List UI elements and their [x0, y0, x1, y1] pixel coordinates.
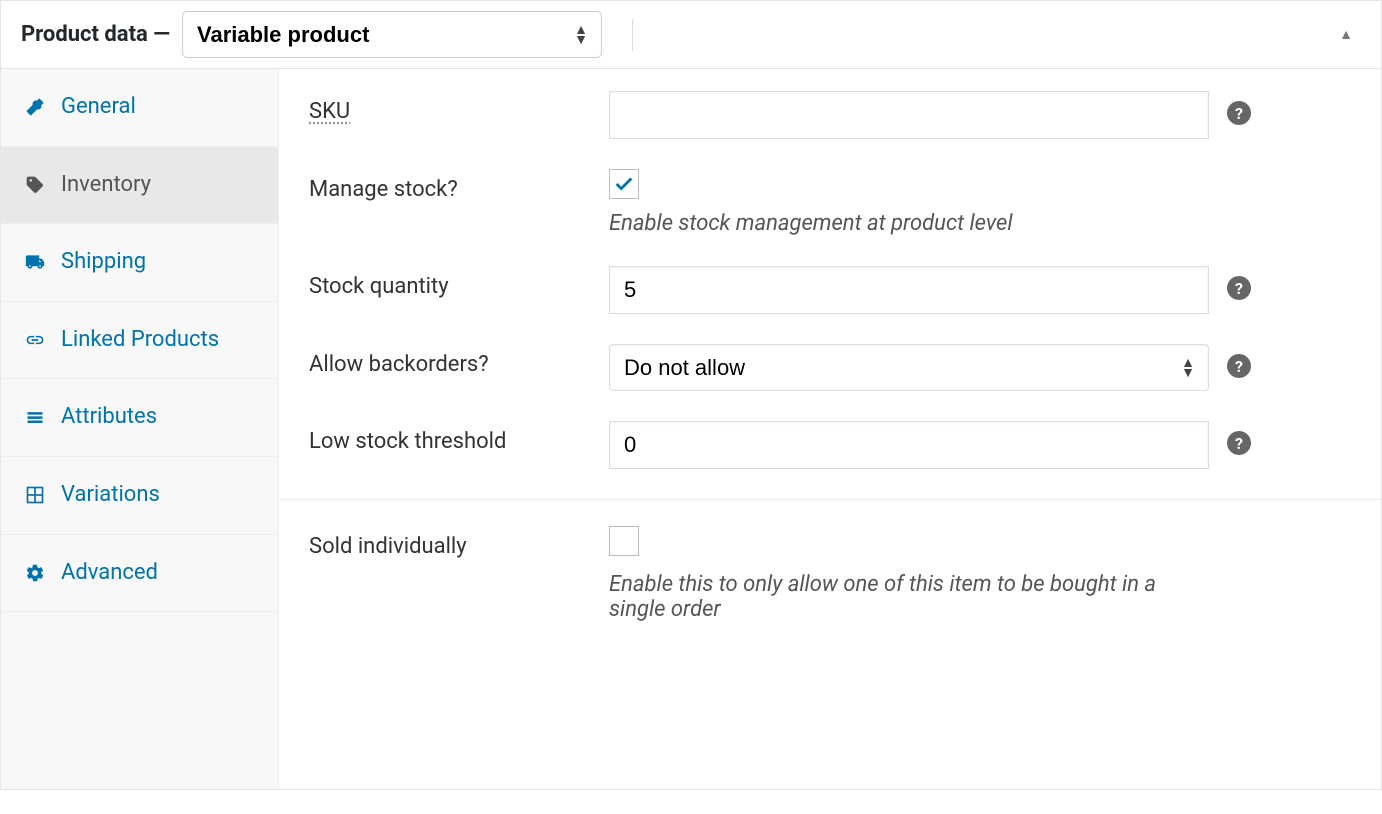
product-data-tabs: General Inventory Shipping Linked Produc… — [1, 69, 279, 789]
panel-header-left: Product data — Variable product ▲▼ — [21, 11, 633, 58]
tab-inventory[interactable]: Inventory — [1, 147, 278, 225]
tab-label: Advanced — [61, 559, 158, 588]
tab-variations[interactable]: Variations — [1, 457, 278, 535]
tab-attributes[interactable]: Attributes — [1, 379, 278, 457]
gear-icon — [23, 561, 47, 585]
panel-title: Product data — — [21, 22, 170, 47]
allow-backorders-label: Allow backorders? — [309, 344, 609, 377]
help-icon[interactable]: ? — [1227, 276, 1251, 300]
panel-body: General Inventory Shipping Linked Produc… — [1, 69, 1381, 789]
tab-label: General — [61, 93, 136, 122]
field-allow-backorders: Allow backorders? Do not allow ▲▼ ? — [309, 344, 1351, 391]
tab-advanced[interactable]: Advanced — [1, 535, 278, 613]
tag-icon — [23, 173, 47, 197]
tab-label: Shipping — [61, 248, 146, 277]
link-icon — [23, 328, 47, 352]
sold-individually-description: Enable this to only allow one of this it… — [609, 572, 1209, 622]
stock-quantity-label: Stock quantity — [309, 266, 609, 299]
tab-label: Linked Products — [61, 326, 219, 355]
tab-label: Inventory — [61, 171, 151, 200]
low-stock-threshold-input[interactable] — [609, 421, 1209, 469]
tab-label: Attributes — [61, 403, 157, 432]
field-sku: SKU ? — [309, 91, 1351, 139]
low-stock-threshold-label: Low stock threshold — [309, 421, 609, 454]
panel-header: Product data — Variable product ▲▼ ▲ — [1, 1, 1381, 69]
sold-individually-checkbox[interactable] — [609, 526, 639, 556]
tab-linked-products[interactable]: Linked Products — [1, 302, 278, 380]
help-icon[interactable]: ? — [1227, 354, 1251, 378]
collapse-icon[interactable]: ▲ — [1339, 26, 1361, 43]
tab-content: SKU ? Manage stock? Enable stock managem… — [279, 69, 1381, 789]
tab-shipping[interactable]: Shipping — [1, 224, 278, 302]
inventory-fields: SKU ? Manage stock? Enable stock managem… — [279, 69, 1381, 500]
sku-label: SKU — [309, 91, 609, 124]
grid-icon — [23, 483, 47, 507]
help-icon[interactable]: ? — [1227, 431, 1251, 455]
allow-backorders-select[interactable]: Do not allow — [609, 344, 1209, 391]
sold-individually-label: Sold individually — [309, 526, 609, 559]
wrench-icon — [23, 95, 47, 119]
help-icon[interactable]: ? — [1227, 101, 1251, 125]
field-manage-stock: Manage stock? Enable stock management at… — [309, 169, 1351, 236]
sku-input[interactable] — [609, 91, 1209, 139]
manage-stock-description: Enable stock management at product level — [609, 211, 1209, 236]
manage-stock-label: Manage stock? — [309, 169, 609, 202]
product-data-panel: Product data — Variable product ▲▼ ▲ Gen… — [0, 0, 1382, 790]
field-stock-quantity: Stock quantity ? — [309, 266, 1351, 314]
field-sold-individually: Sold individually Enable this to only al… — [309, 526, 1351, 622]
tab-general[interactable]: General — [1, 69, 278, 147]
product-type-select-wrap: Variable product ▲▼ — [182, 11, 602, 58]
sold-individually-section: Sold individually Enable this to only al… — [279, 500, 1381, 648]
product-type-select[interactable]: Variable product — [182, 11, 602, 58]
field-low-stock-threshold: Low stock threshold ? — [309, 421, 1351, 469]
list-icon — [23, 406, 47, 430]
truck-icon — [23, 250, 47, 274]
divider — [632, 19, 633, 51]
manage-stock-checkbox[interactable] — [609, 169, 639, 199]
stock-quantity-input[interactable] — [609, 266, 1209, 314]
tab-label: Variations — [61, 481, 160, 510]
